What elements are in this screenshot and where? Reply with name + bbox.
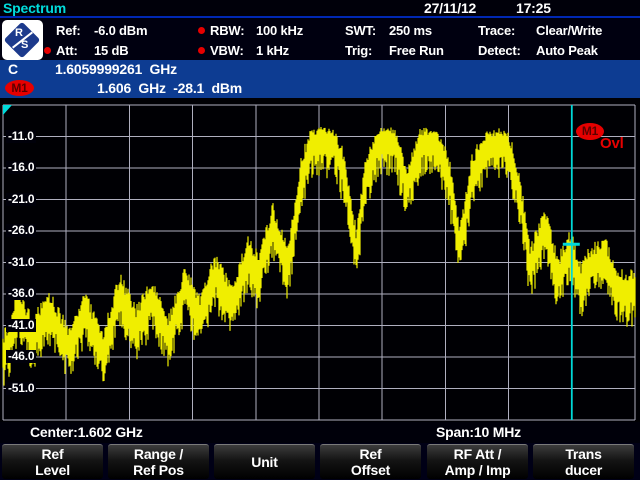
softkey-range-ref-pos[interactable]: Range /Ref Pos [108, 444, 209, 479]
y-axis-label: -41.0 [6, 319, 36, 332]
ref-position-triangle-icon [3, 105, 12, 115]
y-axis-label: -11.0 [6, 130, 36, 143]
softkey-ref-level[interactable]: RefLevel [2, 444, 103, 479]
y-axis-label: -26.0 [6, 224, 36, 237]
y-axis-label: -36.0 [6, 287, 36, 300]
softkey-ref-offset[interactable]: RefOffset [320, 444, 421, 479]
plot-area [0, 0, 640, 480]
softkey-unit[interactable]: Unit [214, 444, 315, 479]
y-axis-label: -46.0 [6, 350, 36, 363]
spectrum-analyzer-screen: { "header": {"title": "Spectrum", "date"… [0, 0, 640, 480]
y-axis-label: -51.0 [6, 382, 36, 395]
softkey-rf-att-amp-imp[interactable]: RF Att /Amp / Imp [427, 444, 528, 479]
softkey-bar: RefLevel Range /Ref Pos Unit RefOffset R… [0, 443, 640, 480]
y-axis-label: -16.0 [6, 161, 36, 174]
freq-footer: Center:1.602 GHz Span:10 MHz [0, 422, 640, 443]
softkey-transducer[interactable]: Transducer [533, 444, 634, 479]
center-frequency-label: Center:1.602 GHz [30, 424, 143, 440]
overload-indicator: Ovl [600, 135, 624, 152]
span-label: Span:10 MHz [436, 424, 521, 440]
y-axis-label: -31.0 [6, 256, 36, 269]
y-axis-label: -21.0 [6, 193, 36, 206]
